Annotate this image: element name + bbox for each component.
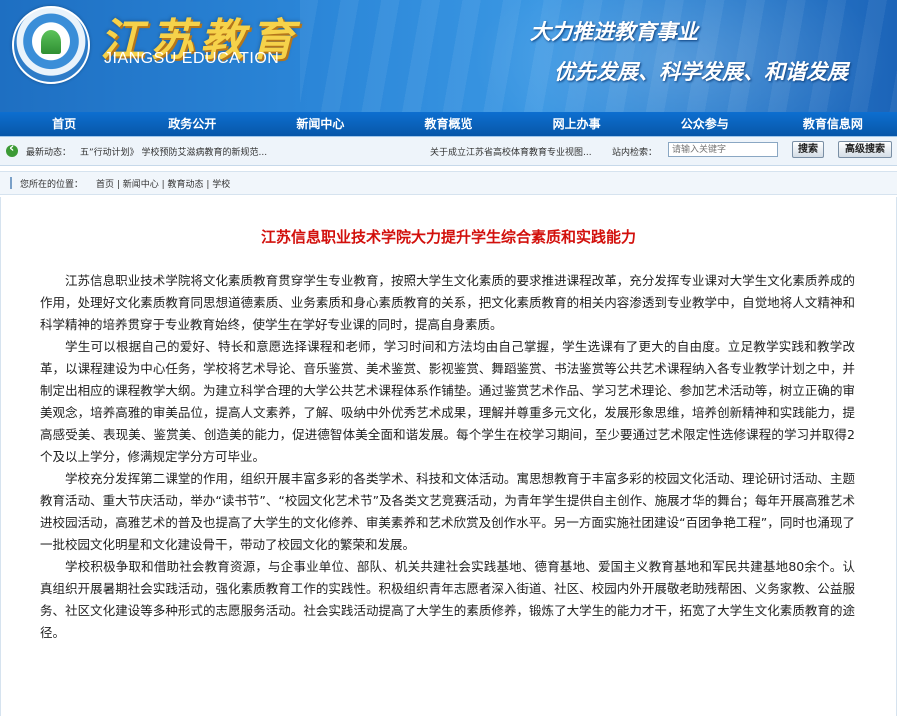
breadcrumb: 您所在的位置： 首页 | 新闻中心 | 教育动态 | 学校	[0, 171, 897, 195]
nav-news-center[interactable]: 新闻中心	[256, 112, 384, 136]
article-paragraph-1: 江苏信息职业技术学院将文化素质教育贯穿学生专业教育，按照大学生文化素质的要求推进…	[40, 273, 855, 332]
info-bar: 最新动态： 五”行动计划》 学校预防艾滋病教育的新规范... 关于成立江苏省高校…	[0, 137, 897, 166]
nav-education-info-net[interactable]: 教育信息网	[769, 112, 897, 136]
logo-leaf-icon	[41, 30, 61, 54]
article-body: 江苏信息职业技术学院将文化素质教育贯穿学生专业教育，按照大学生文化素质的要求推进…	[40, 270, 855, 644]
article-paragraph-2: 学生可以根据自己的爱好、特长和意愿选择课程和老师，学习时间和方法均由自己掌握，学…	[40, 339, 855, 464]
article-title: 江苏信息职业技术学院大力提升学生综合素质和实践能力	[260, 228, 636, 246]
site-banner: 江苏教育 JIANGSU EDUCATION 大力推进教育事业 优先发展、科学发…	[0, 0, 897, 112]
nav-public-participation[interactable]: 公众参与	[641, 112, 769, 136]
slogan-line1: 大力推进教育事业	[530, 20, 698, 44]
search-button[interactable]: 搜索	[792, 141, 824, 158]
article-paragraph-3: 学校充分发挥第二课堂的作用，组织开展丰富多彩的各类学术、科技和文体活动。寓思想教…	[40, 471, 855, 552]
main-nav: 首页 政务公开 新闻中心 教育概览 网上办事 公众参与 教育信息网	[0, 112, 897, 137]
article-paragraph-4: 学校积极争取和借助社会教育资源，与企事业单位、部队、机关共建社会实践基地、德育基…	[40, 559, 855, 640]
breadcrumb-label: 您所在的位置：	[20, 180, 84, 190]
search-input[interactable]	[668, 142, 778, 157]
content-border-left	[0, 197, 1, 716]
breadcrumb-path[interactable]: 首页 | 新闻中心 | 教育动态 | 学校	[96, 177, 230, 190]
slogan-line2: 优先发展、科学发展、和谐发展	[554, 60, 848, 84]
nav-education-overview[interactable]: 教育概览	[384, 112, 512, 136]
site-name-en: JIANGSU EDUCATION	[104, 50, 280, 67]
breadcrumb-marker	[10, 177, 12, 189]
nav-online-services[interactable]: 网上办事	[513, 112, 641, 136]
arrow-left-icon[interactable]	[6, 141, 18, 157]
nav-home[interactable]: 首页	[0, 112, 128, 136]
latest-news-link[interactable]: 五”行动计划》 学校预防艾滋病教育的新规范...	[80, 145, 267, 158]
advanced-search-button[interactable]: 高级搜索	[838, 141, 892, 158]
nav-government-affairs[interactable]: 政务公开	[128, 112, 256, 136]
latest-news-link-2[interactable]: 关于成立江苏省高校体育教育专业视图...	[430, 145, 592, 158]
site-logo-icon[interactable]	[12, 6, 90, 84]
search-label: 站内检索：	[612, 148, 658, 158]
latest-news-label: 最新动态：	[26, 148, 72, 158]
